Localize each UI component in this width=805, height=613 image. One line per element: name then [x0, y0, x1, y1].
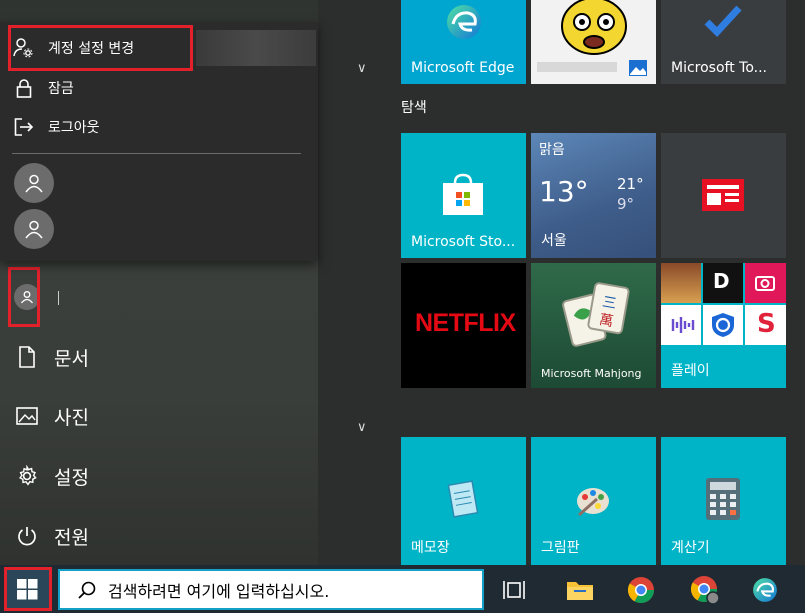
sign-out-item[interactable]: 로그아웃: [0, 108, 318, 146]
nav-pictures-label: 사진: [54, 406, 89, 429]
tile-microsoft-edge[interactable]: Microsoft Edge: [401, 0, 526, 84]
group-title-explore: 탐색: [401, 100, 427, 116]
tile-news[interactable]: [661, 133, 786, 258]
weather-temperature: 13°: [539, 175, 589, 208]
nav-pictures[interactable]: 사진: [0, 394, 318, 438]
nav-documents[interactable]: 문서: [0, 335, 318, 379]
gear-icon: [0, 465, 54, 487]
account-menu-divider: [12, 153, 301, 154]
document-icon: [0, 346, 54, 368]
calculator-icon: [706, 478, 740, 520]
text-cursor: [58, 291, 59, 305]
current-user-highlight: [8, 267, 40, 327]
lock-icon: [0, 78, 48, 98]
collapse-group-chevron-icon[interactable]: ∨: [357, 61, 367, 76]
tile-play-folder-label: 플레이: [671, 363, 710, 379]
file-explorer-button[interactable]: [563, 573, 597, 607]
checkmark-icon: [704, 5, 742, 38]
tile-microsoft-todo[interactable]: Microsoft To...: [661, 0, 786, 84]
collapse-group-chevron-icon-2[interactable]: ∨: [357, 420, 367, 435]
tile-microsoft-mahjong[interactable]: 三萬 Microsoft Mahjong: [531, 263, 656, 388]
tile-microsoft-mahjong-label: Microsoft Mahjong: [541, 367, 642, 380]
nav-settings[interactable]: 설정: [0, 454, 318, 498]
netflix-logo: NETFLIX: [415, 309, 516, 337]
nav-power-label: 전원: [54, 526, 89, 549]
edge-icon: [447, 5, 481, 39]
edge-taskbar-icon: [753, 578, 777, 602]
cartoon-face-image: [561, 0, 627, 55]
search-placeholder: 검색하려면 여기에 입력하십시오.: [108, 581, 330, 601]
sign-out-icon: [0, 118, 48, 136]
tile-notepad[interactable]: 메모장: [401, 437, 526, 565]
play-app-4: [661, 305, 701, 345]
start-button-highlight: [4, 567, 52, 611]
sign-out-label: 로그아웃: [48, 120, 100, 136]
folder-icon: [567, 582, 593, 600]
task-view-button[interactable]: [497, 573, 531, 607]
weather-condition: 맑음: [539, 142, 565, 158]
tile-paint[interactable]: 그림판: [531, 437, 656, 565]
play-app-5: [703, 305, 743, 345]
other-user-avatar-1[interactable]: [14, 163, 54, 203]
weather-high: 21°: [617, 175, 644, 193]
svg-text:萬: 萬: [598, 312, 615, 330]
tile-calculator-label: 계산기: [671, 540, 710, 556]
other-user-avatar-2[interactable]: [14, 209, 54, 249]
tile-microsoft-todo-label: Microsoft To...: [671, 60, 768, 76]
tile-notepad-label: 메모장: [411, 540, 450, 556]
weather-low: 9°: [617, 195, 635, 213]
tile-calculator[interactable]: 계산기: [661, 437, 786, 565]
lock-item[interactable]: 잠금: [0, 69, 318, 107]
nav-power[interactable]: 전원: [0, 514, 318, 558]
tile-photo[interactable]: [531, 0, 656, 84]
play-app-6: S: [745, 305, 786, 345]
search-icon: [78, 581, 96, 599]
photo-caption-blur: [537, 62, 617, 72]
chrome-button[interactable]: [624, 573, 658, 607]
svg-text:三: 三: [601, 294, 618, 312]
notepad-icon: [447, 480, 479, 518]
chrome-icon: [627, 577, 655, 604]
task-view-icon: [503, 581, 525, 599]
nav-settings-label: 설정: [54, 466, 89, 489]
tile-netflix[interactable]: NETFLIX: [401, 263, 526, 388]
nav-documents-label: 문서: [54, 347, 89, 370]
news-icon: [702, 179, 744, 211]
mahjong-tiles-icon: 三萬: [562, 282, 630, 347]
chrome-profile-icon: [690, 576, 720, 605]
play-app-2: D: [703, 263, 743, 303]
tile-paint-label: 그림판: [541, 540, 580, 556]
chrome-profile-button[interactable]: [688, 573, 722, 607]
tile-play-folder[interactable]: D S 플레이: [661, 263, 786, 388]
tile-microsoft-store-label: Microsoft Sto...: [411, 234, 516, 250]
edge-taskbar-button[interactable]: [748, 573, 782, 607]
tile-microsoft-edge-label: Microsoft Edge: [411, 60, 515, 76]
power-icon: [0, 525, 54, 547]
play-app-1: [661, 263, 701, 303]
lock-label: 잠금: [48, 81, 74, 97]
tile-microsoft-store[interactable]: Microsoft Sto...: [401, 133, 526, 258]
paint-palette-icon: [577, 488, 609, 517]
play-app-3: [745, 263, 786, 303]
picture-icon: [0, 407, 54, 425]
tile-weather[interactable]: 맑음 13° 21° 9° 서울: [531, 133, 656, 258]
change-settings-highlight: [8, 25, 193, 71]
photos-app-icon: [629, 60, 647, 76]
taskbar-search-box[interactable]: 검색하려면 여기에 입력하십시오.: [58, 569, 484, 610]
store-bag-icon: [443, 173, 483, 215]
weather-city: 서울: [541, 233, 567, 249]
